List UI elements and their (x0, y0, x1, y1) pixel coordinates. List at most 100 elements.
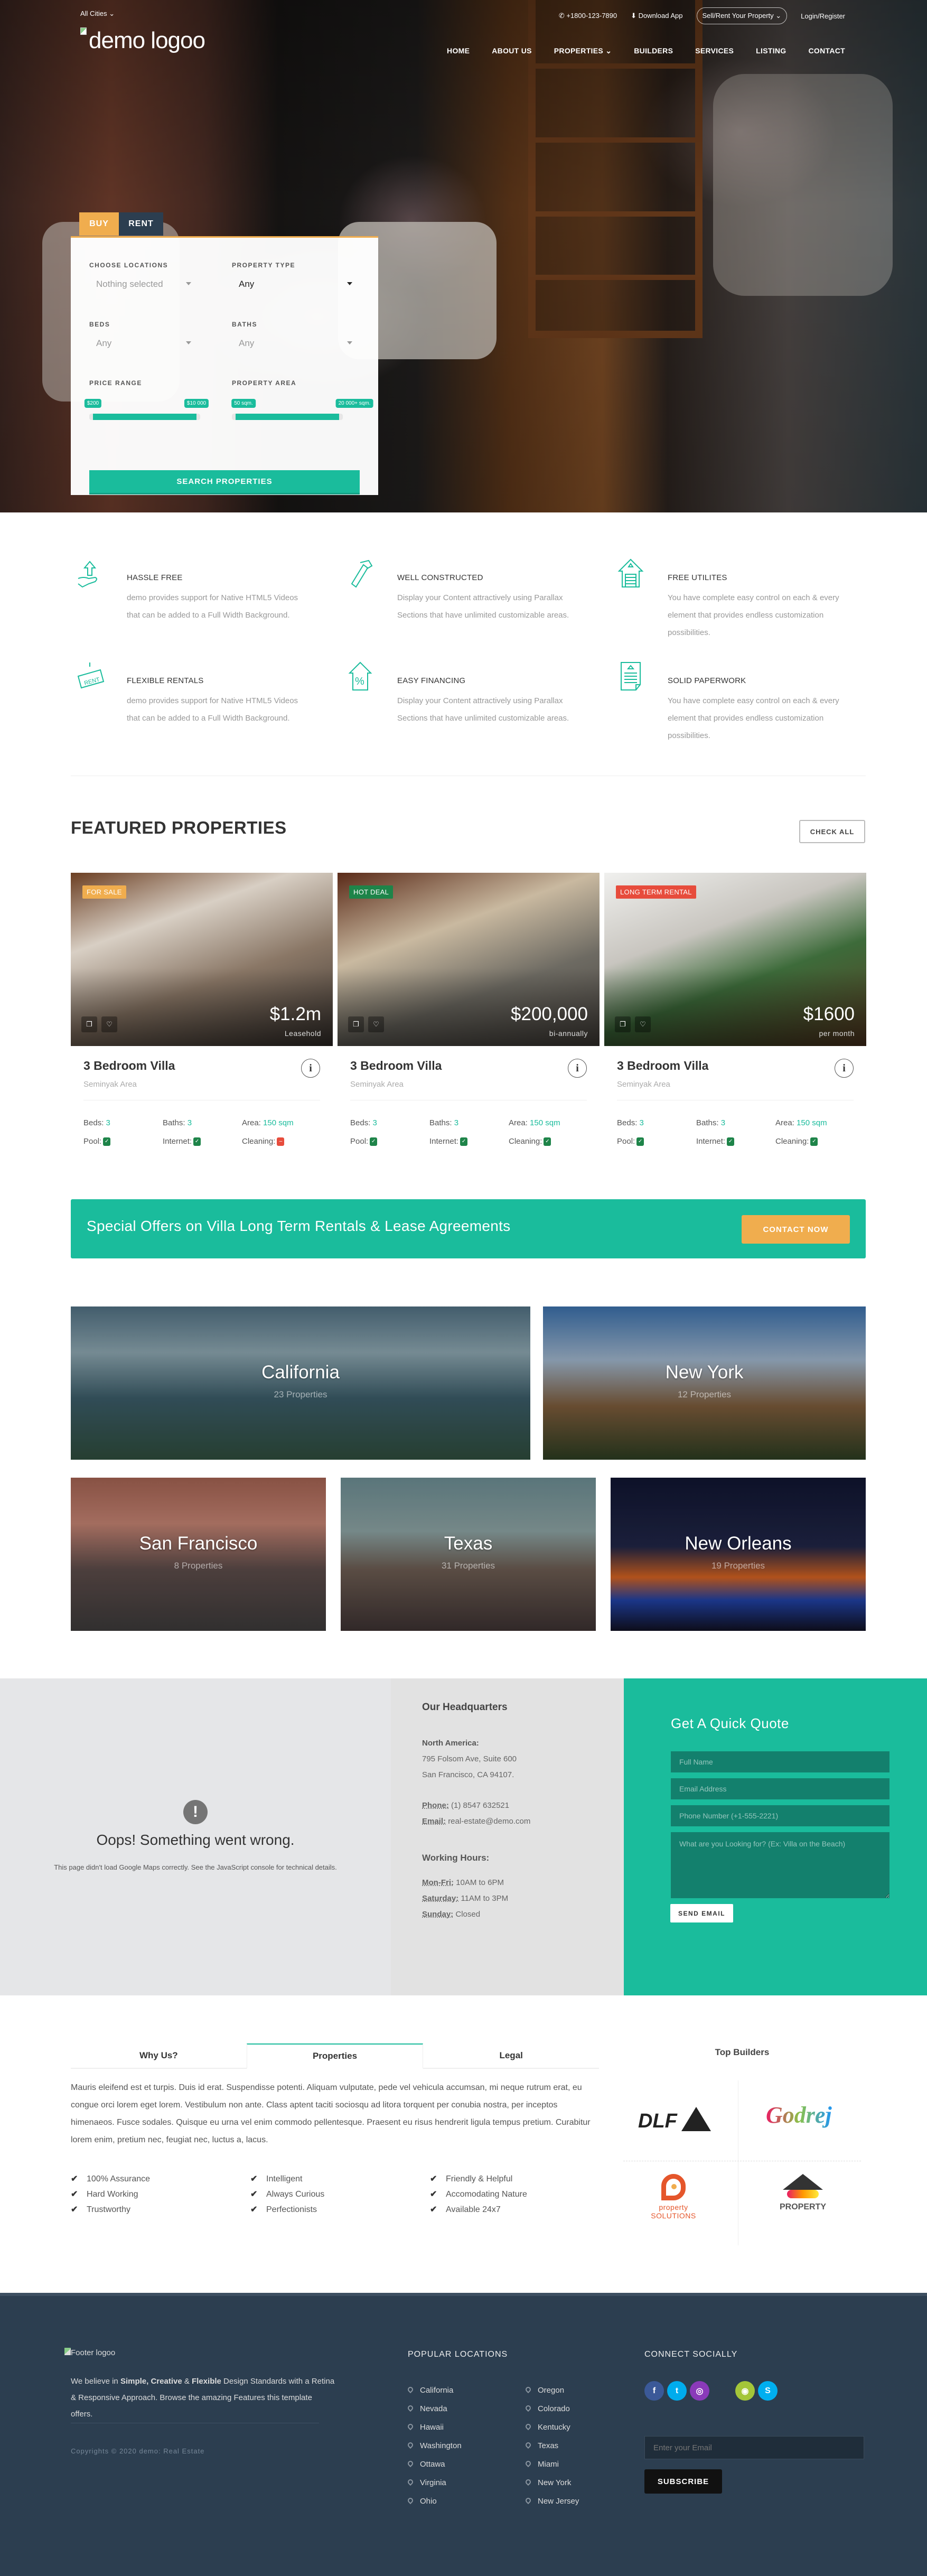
location-link[interactable]: New York (524, 2478, 571, 2487)
property-location: Seminyak Area (617, 1080, 670, 1089)
site-logo[interactable]: demo logoo (80, 27, 205, 54)
property-title[interactable]: 3 Bedroom Villa (83, 1059, 175, 1073)
message-textarea[interactable] (671, 1832, 889, 1898)
gallery-icon[interactable]: ❐ (615, 1016, 631, 1032)
android-icon[interactable]: ◉ (735, 2381, 755, 2401)
property-type-select[interactable]: Any (239, 279, 352, 290)
city-card[interactable]: New Orleans 19 Properties (611, 1478, 866, 1631)
login-register-link[interactable]: Login/Register (801, 12, 845, 20)
property-location: Seminyak Area (83, 1080, 137, 1089)
heart-icon[interactable]: ♡ (635, 1016, 651, 1032)
property-title[interactable]: 3 Bedroom Villa (350, 1059, 442, 1073)
property-card[interactable]: LONG TERM RENTAL ❐ ♡ $1600 per month 3 Bedroo… (604, 873, 866, 1146)
tab-properties[interactable]: Properties (246, 2043, 424, 2069)
location-link[interactable]: Kentucky (524, 2422, 570, 2432)
sell-rent-dropdown[interactable]: Sell/Rent Your Property ⌄ (696, 7, 788, 24)
location-link[interactable]: New Jersey (524, 2496, 579, 2506)
percent-house-icon: % (344, 660, 376, 692)
location-link[interactable]: Colorado (524, 2404, 570, 2413)
location-link[interactable]: Virginia (406, 2478, 446, 2487)
location-link[interactable]: California (406, 2385, 453, 2395)
builder-logo-dlf[interactable]: DLF (638, 2107, 712, 2134)
email-input[interactable] (671, 1778, 889, 1799)
property-card[interactable]: FOR SALE ❐ ♡ $1.2m Leasehold 3 Bedroom Villa S… (71, 873, 333, 1146)
location-link[interactable]: Hawaii (406, 2422, 444, 2432)
contact-now-button[interactable]: CONTACT NOW (742, 1215, 850, 1244)
info-icon[interactable]: i (301, 1059, 320, 1078)
builder-logo-godrej[interactable]: Godrej (766, 2102, 832, 2129)
property-card[interactable]: HOT DEAL ❐ ♡ $200,000 bi-annually 3 Bedroom V… (338, 873, 600, 1146)
full-name-input[interactable] (671, 1751, 889, 1772)
send-email-button[interactable]: SEND EMAIL (670, 1904, 733, 1922)
check-all-button[interactable]: CHECK ALL (799, 820, 865, 843)
property-image[interactable]: LONG TERM RENTAL ❐ ♡ $1600 per month (604, 873, 866, 1046)
location-link[interactable]: Nevada (406, 2404, 447, 2413)
map-error-message: This page didn't load Google Maps correc… (54, 1863, 337, 1871)
nav-about-us[interactable]: ABOUT US (492, 46, 532, 55)
hq-email[interactable]: Email: real-estate@demo.com (422, 1817, 530, 1826)
map-pin-icon (524, 2459, 532, 2468)
search-properties-button[interactable]: SEARCH PROPERTIES (89, 470, 360, 494)
location-link[interactable]: Miami (524, 2459, 559, 2469)
builder-logo-property[interactable]: PROPERTY (769, 2174, 837, 2212)
info-icon[interactable]: i (568, 1059, 587, 1078)
feature-text: demo provides support for Native HTML5 V… (127, 696, 298, 723)
gallery-icon[interactable]: ❐ (81, 1016, 97, 1032)
footer-logo[interactable]: Footer logoo (64, 2348, 115, 2357)
location-link[interactable]: Oregon (524, 2385, 564, 2395)
beds-select[interactable]: Any (96, 338, 191, 349)
facebook-icon[interactable]: f (644, 2381, 664, 2401)
feature-text: Display your Content attractively using … (397, 696, 569, 723)
subscribe-button[interactable]: SUBSCRIBE (644, 2469, 722, 2494)
location-select[interactable]: Nothing selected (96, 279, 191, 290)
location-link[interactable]: Ohio (406, 2496, 437, 2506)
list-item: ✔ Always Curious (250, 2187, 324, 2202)
nav-properties[interactable]: PROPERTIES ⌄ (554, 46, 612, 55)
tab-rent[interactable]: RENT (119, 212, 163, 236)
city-card[interactable]: Texas 31 Properties (341, 1478, 596, 1631)
city-card[interactable]: California 23 Properties (71, 1306, 530, 1460)
price-range-slider[interactable]: $200 $10 000 (84, 399, 209, 420)
feature-text: You have complete easy control on each &… (668, 696, 839, 740)
tab-why-us[interactable]: Why Us? (71, 2043, 247, 2069)
heart-icon[interactable]: ♡ (368, 1016, 384, 1032)
info-icon[interactable]: i (835, 1059, 854, 1078)
area-range-slider[interactable]: 50 sqm. 20 000+ sqm. (231, 399, 373, 420)
property-title[interactable]: 3 Bedroom Villa (617, 1059, 708, 1073)
newsletter-email-input[interactable] (644, 2436, 864, 2459)
city-card[interactable]: New York 12 Properties (543, 1306, 866, 1460)
tab-buy[interactable]: BUY (79, 212, 119, 236)
city-property-count: 23 Properties (274, 1389, 327, 1399)
quote-title: Get A Quick Quote (671, 1715, 789, 1731)
twitter-icon[interactable]: t (667, 2381, 687, 2401)
tab-legal[interactable]: Legal (423, 2043, 600, 2069)
skype-icon[interactable]: S (758, 2381, 778, 2401)
location-link[interactable]: Washington (406, 2441, 462, 2450)
property-image[interactable]: HOT DEAL ❐ ♡ $200,000 bi-annually (338, 873, 600, 1046)
apple-icon[interactable] (713, 2381, 732, 2401)
phone-link[interactable]: ✆ +1800-123-7890 (559, 12, 617, 20)
check-icon: ✓ (370, 1137, 378, 1146)
property-image[interactable]: FOR SALE ❐ ♡ $1.2m Leasehold (71, 873, 333, 1046)
phone-input[interactable] (671, 1805, 889, 1826)
nav-listing[interactable]: LISTING (756, 46, 786, 55)
download-app-link[interactable]: ⬇ Download App (631, 12, 682, 20)
heart-icon[interactable]: ♡ (101, 1016, 117, 1032)
location-link[interactable]: Ottawa (406, 2459, 445, 2469)
beds-label: BEDS (89, 321, 110, 328)
nav-home[interactable]: HOME (447, 46, 470, 55)
phone-icon: ✆ (558, 12, 565, 20)
location-link[interactable]: Texas (524, 2441, 558, 2450)
nav-services[interactable]: SERVICES (695, 46, 734, 55)
headquarters-panel: Our Headquarters North America: 795 Fols… (391, 1678, 624, 1995)
city-card[interactable]: San Francisco 8 Properties (71, 1478, 326, 1631)
instagram-icon[interactable]: ◎ (690, 2381, 709, 2401)
property-area: Area: 150 sqm (775, 1118, 827, 1127)
baths-select[interactable]: Any (239, 338, 352, 349)
builder-logo-property-solutions[interactable]: property SOLUTIONS (644, 2174, 703, 2220)
gallery-icon[interactable]: ❐ (348, 1016, 364, 1032)
nav-contact[interactable]: CONTACT (809, 46, 846, 55)
all-cities-dropdown[interactable]: All Cities ⌄ (80, 10, 115, 18)
nav-builders[interactable]: BUILDERS (634, 46, 673, 55)
map-pin-icon (524, 2441, 532, 2449)
